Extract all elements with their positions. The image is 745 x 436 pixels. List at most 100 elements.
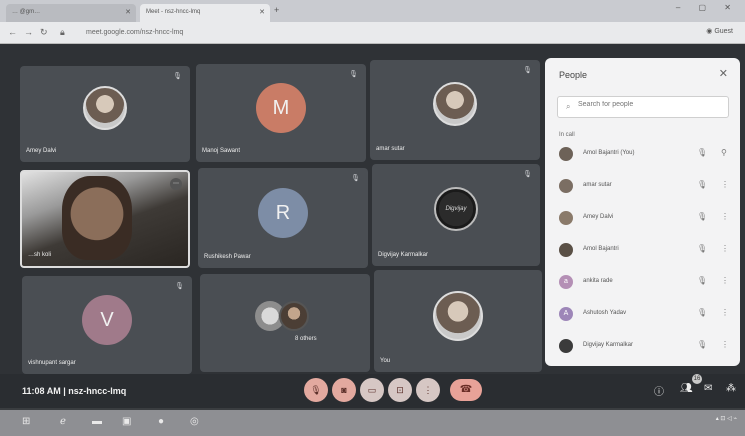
participant-row[interactable]: Amol Bajantri (You) 🎙︎ ⚲ [555,144,733,166]
meeting-control-bar: 11:08 AM | nsz-hncc-lmq 🎙︎ ◙ ▭ ⊡ ⋮ ☎ ⓘ 👥… [0,374,745,408]
mic-off-icon: 🎙︎ [697,340,708,349]
participant-name: Ashutosh Yadav [583,310,627,316]
more-options-icon[interactable]: ⋮ [721,212,729,221]
self-tile[interactable]: You [374,270,542,372]
participant-row[interactable]: Digvijay Karmalkar 🎙︎ ⋮ [555,336,733,358]
mic-off-icon: 🎙︎ [697,148,708,157]
avatar [559,179,573,193]
people-icon[interactable]: 👥︎ [680,383,693,394]
people-count-badge: 16 [692,374,702,384]
more-options-icon[interactable]: ⋯ [170,178,182,190]
close-icon[interactable]: ✕ [719,67,728,80]
others-tile[interactable]: 8 others [200,274,370,372]
participant-tile[interactable]: M 🎙︎ Manoj Sawant [196,64,366,162]
participant-name: Amey Dalvi [583,214,614,220]
more-options-icon[interactable]: ⋮ [721,244,729,253]
participant-photo [433,291,483,341]
more-options-icon[interactable]: ⋮ [721,308,729,317]
tab-label: … @gm… [12,9,41,15]
info-icon[interactable]: ⓘ [654,383,664,398]
captions-button[interactable]: ▭ [360,378,384,402]
meeting-details[interactable]: 11:08 AM | nsz-hncc-lmq [22,386,126,396]
mic-off-icon: 🎙︎ [523,171,532,178]
browser-tab-gmail[interactable]: … @gm… ✕ [6,4,136,22]
participant-row[interactable]: a ankita rade 🎙︎ ⋮ [555,272,733,294]
participant-avatar: M [256,83,306,133]
avatar [559,147,573,161]
browser-tab-meet[interactable]: Meet - nsz-hncc-lmq ✕ [140,4,270,22]
new-tab-button[interactable]: + [274,5,279,15]
tab-label: Meet - nsz-hncc-lmq [146,9,201,15]
more-options-icon[interactable]: ⋮ [721,276,729,285]
app-icon[interactable]: ● [158,416,164,427]
participant-row[interactable]: A Ashutosh Yadav 🎙︎ ⋮ [555,304,733,326]
participant-name: …sh koli [28,252,52,258]
folder-icon[interactable]: ▬ [92,416,102,427]
present-screen-button[interactable]: ⊡ [388,378,412,402]
participant-name: Digvijay Karmalkar [378,252,429,258]
close-icon[interactable]: ✕ [259,8,265,16]
participant-video-tile[interactable]: ⋯ …sh koli [20,170,190,268]
reload-icon[interactable]: ↻ [40,27,48,38]
chrome-icon[interactable]: ◎ [190,416,199,427]
participant-name: Rushikesh Pawar [204,254,251,260]
mic-off-icon: 🎙︎ [697,308,708,317]
window-controls[interactable]: – ▢ ✕ [676,3,739,12]
mic-off-icon: 🎙︎ [175,283,184,290]
browser-tab-bar: … @gm… ✕ Meet - nsz-hncc-lmq ✕ + – ▢ ✕ [0,0,745,22]
more-options-button[interactable]: ⋮ [416,378,440,402]
participant-name: Amol Bajantri (You) [583,150,635,156]
participant-name: amar sutar [583,182,612,188]
url-field[interactable]: meet.google.com/nsz-hncc-lmq [80,26,640,40]
mic-off-icon: 🎙︎ [349,71,358,78]
mic-off-icon: 🎙︎ [697,244,708,253]
avatar: a [559,275,573,289]
participant-photo [83,86,127,130]
search-input[interactable] [578,101,718,108]
avatar [559,339,573,353]
participant-name: Amol Bajantri [583,246,619,252]
participant-row[interactable]: amar sutar 🎙︎ ⋮ [555,176,733,198]
people-panel: People ✕ ⌕ In call Amol Bajantri (You) 🎙… [545,58,740,366]
section-label: In call [559,132,575,138]
avatar: A [559,307,573,321]
mic-off-icon: 🎙︎ [697,180,708,189]
forward-icon[interactable]: → [24,27,33,37]
more-options-icon[interactable]: ⋮ [721,340,729,349]
mic-toggle-button[interactable]: 🎙︎ [304,378,328,402]
people-search[interactable]: ⌕ [557,96,729,118]
participant-name: Amey Dalvi [26,148,57,154]
participant-tile[interactable]: 🎙︎ Amey Dalvi [20,66,190,162]
system-tray[interactable]: ▴ ⊡ ◁ ⌁ [716,415,737,423]
chat-icon[interactable]: ✉ [704,383,712,394]
start-icon[interactable]: ⊞ [22,416,30,427]
back-icon[interactable]: ← [8,27,17,37]
participant-tile[interactable]: R 🎙︎ Rushikesh Pawar [198,168,368,268]
lock-icon: 🔒︎ [60,27,65,37]
mic-off-icon: 🎙︎ [697,212,708,221]
participant-tile[interactable]: 🎙︎ amar sutar [370,60,540,160]
participant-tile[interactable]: V 🎙︎ vishnupant sargar [22,276,192,374]
separator: | [63,386,66,396]
participant-tile[interactable]: Digvijay 🎙︎ Digvijay Karmalkar [372,164,540,266]
mic-off-icon: 🎙︎ [173,73,182,80]
camera-toggle-button[interactable]: ◙ [332,378,356,402]
participant-video [62,176,132,260]
profile-button[interactable]: ◉ Guest [706,27,733,35]
more-options-icon[interactable]: ⋮ [721,180,729,189]
mic-off-icon: 🎙︎ [523,67,532,74]
end-call-button[interactable]: ☎ [450,379,482,401]
avatar [559,243,573,257]
avatar [559,211,573,225]
address-bar: ← → ↻ 🔒︎ meet.google.com/nsz-hncc-lmq ◉ … [0,22,745,44]
activities-icon[interactable]: ⁂ [726,383,736,394]
participant-row[interactable]: Amey Dalvi 🎙︎ ⋮ [555,208,733,230]
close-icon[interactable]: ✕ [125,8,131,16]
store-icon[interactable]: ▣ [122,416,131,427]
mic-off-icon: 🎙︎ [351,175,360,182]
participant-avatar [279,301,309,331]
participant-avatar: V [82,295,132,345]
browser-icon[interactable]: ℯ [60,416,66,427]
pin-icon[interactable]: ⚲ [721,148,727,157]
participant-row[interactable]: Amol Bajantri 🎙︎ ⋮ [555,240,733,262]
